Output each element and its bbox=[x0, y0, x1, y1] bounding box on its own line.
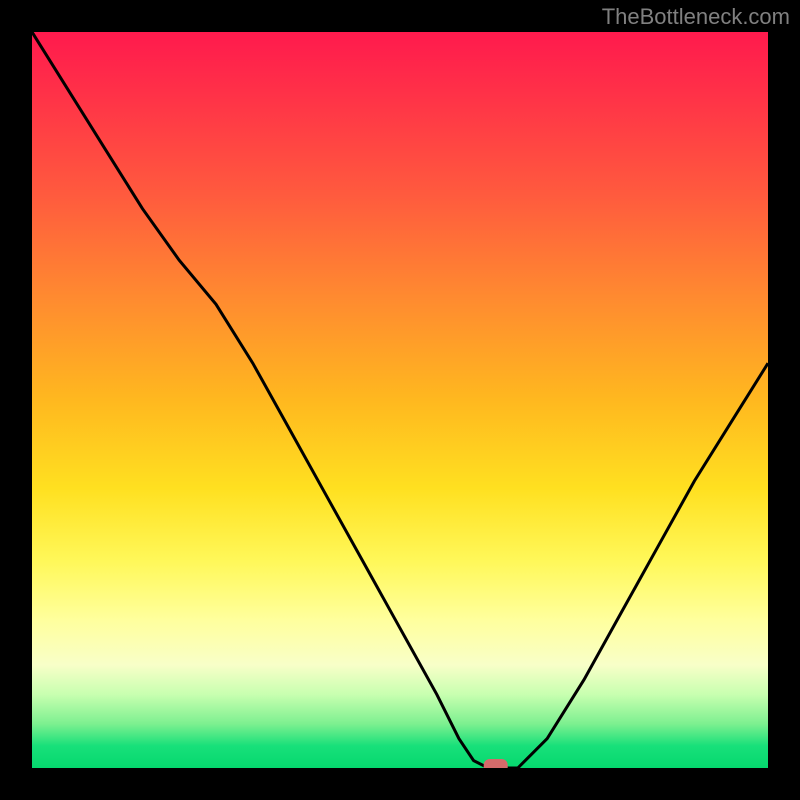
watermark-text: TheBottleneck.com bbox=[602, 4, 790, 30]
minimum-marker bbox=[484, 759, 508, 768]
bottleneck-curve bbox=[32, 32, 768, 768]
chart-container: TheBottleneck.com bbox=[0, 0, 800, 800]
bottleneck-curve-svg bbox=[32, 32, 768, 768]
plot-area bbox=[32, 32, 768, 768]
